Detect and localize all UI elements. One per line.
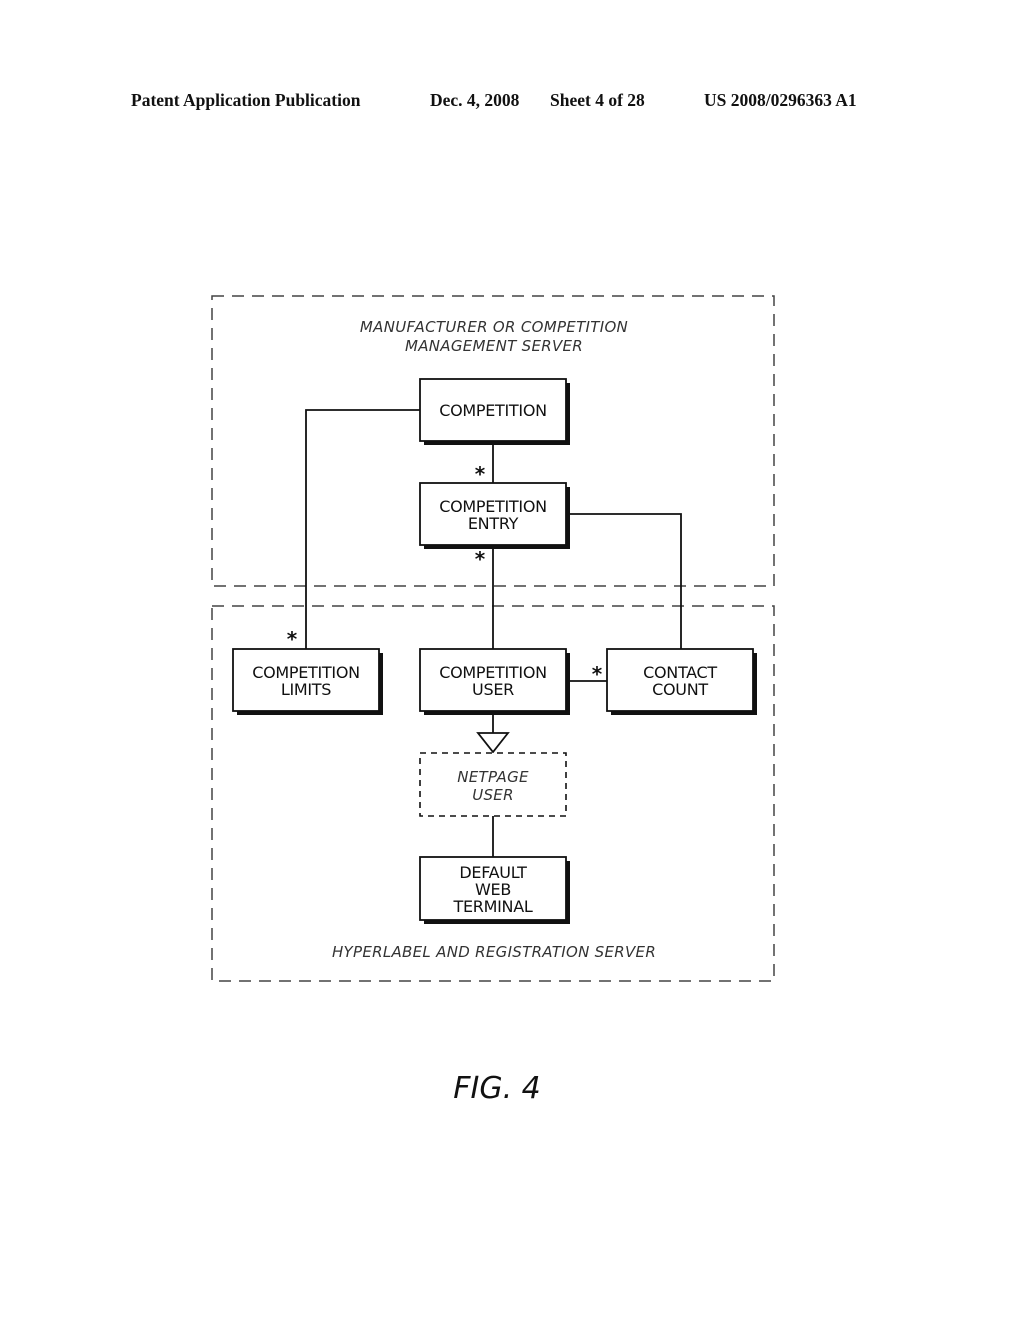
class-box-competition-limits: COMPETITION LIMITS (232, 648, 383, 715)
class-label-netpage-user-2: USER (472, 786, 514, 804)
class-diagram: MANUFACTURER OR COMPETITION MANAGEMENT S… (211, 295, 775, 1106)
class-label-competition-limits-2: LIMITS (281, 680, 331, 699)
class-label-competition-entry-2: ENTRY (468, 514, 519, 533)
region-bottom-label: HYPERLABEL AND REGISTRATION SERVER (332, 943, 656, 961)
class-label-netpage-user-1: NETPAGE (457, 768, 529, 786)
class-label-default-web-terminal-3: TERMINAL (453, 897, 533, 916)
multiplicity-contact-count: * (592, 662, 603, 686)
multiplicity-competition-entry-bottom: * (475, 547, 486, 571)
class-label-contact-count-2: COUNT (652, 680, 708, 699)
region-top-label-line1: MANUFACTURER OR COMPETITION (360, 318, 628, 336)
region-top-label-line2: MANAGEMENT SERVER (405, 337, 583, 355)
class-label-competition: COMPETITION (439, 401, 547, 420)
connector-competition-limits (305, 409, 420, 649)
class-box-competition-entry: COMPETITION ENTRY (419, 482, 570, 549)
class-box-netpage-user: NETPAGE USER (419, 752, 567, 817)
class-label-competition-user-2: USER (472, 680, 514, 699)
class-box-competition: COMPETITION (419, 378, 570, 445)
class-box-contact-count: CONTACT COUNT (606, 648, 757, 715)
class-box-default-web-terminal: DEFAULT WEB TERMINAL (419, 856, 570, 924)
multiplicity-competition-limits: * (287, 627, 298, 651)
connector-entry-contact (567, 513, 682, 649)
generalization-arrow-icon (476, 732, 510, 754)
figure-caption: FIG. 4 (453, 1071, 541, 1106)
class-box-competition-user: COMPETITION USER (419, 648, 570, 715)
